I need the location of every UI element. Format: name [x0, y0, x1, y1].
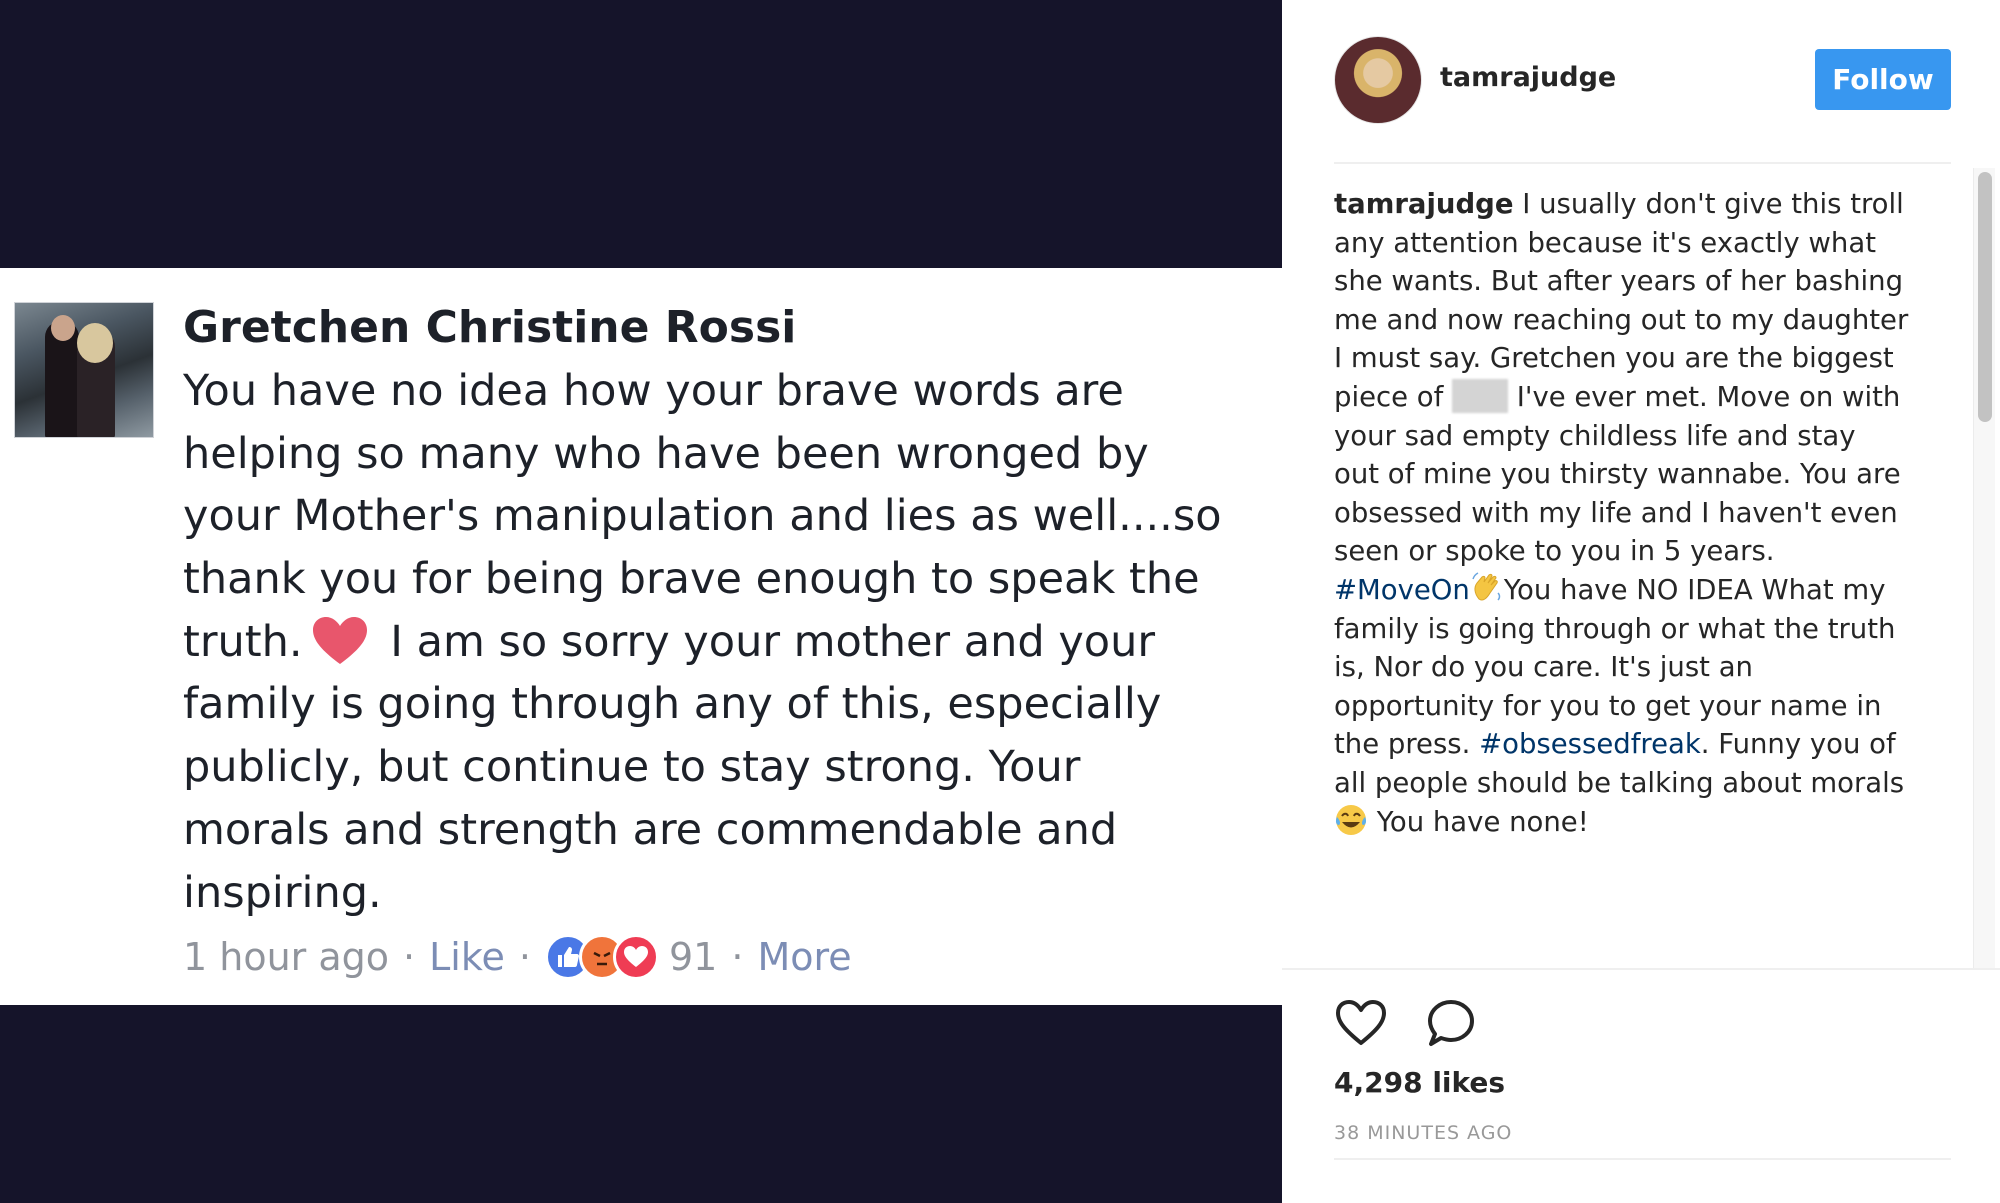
caption-text: tamrajudge I usually don't give this tro… — [1334, 185, 1954, 841]
caption-line: is, Nor do you care. It's just an — [1334, 651, 1753, 684]
divider — [1334, 162, 1951, 164]
caption-line: opportunity for you to get your name in — [1334, 689, 1882, 722]
comment-time: 1 hour ago — [183, 935, 390, 979]
caption-line: any attention because it's exactly what — [1334, 226, 1876, 259]
follow-button[interactable]: Follow — [1815, 49, 1951, 110]
post-actions — [1334, 996, 1478, 1050]
hashtag-link[interactable]: #obsessedfreak — [1479, 728, 1701, 760]
comment-text: You have no idea how your brave words ar… — [183, 360, 1263, 924]
caption-line: me and now reaching out to my daughter — [1334, 303, 1909, 336]
comment-line: publicly, but continue to stay strong. Y… — [183, 742, 1081, 793]
comment-line: morals and strength are commendable and — [183, 804, 1118, 855]
comment-line: thank you for being brave enough to spea… — [183, 554, 1200, 605]
caption-line: I usually don't give this troll — [1513, 188, 1904, 220]
commenter-name: Gretchen Christine Rossi — [183, 302, 797, 353]
post-side-panel: tamrajudge Follow tamrajudge I usually d… — [1282, 0, 2000, 1203]
comment-meta: 1 hour ago · Like · 91 · More — [183, 934, 852, 980]
caption-area: tamrajudge I usually don't give this tro… — [1334, 185, 1954, 945]
caption-scrollbar-thumb[interactable] — [1978, 172, 1992, 422]
caption-line: she wants. But after years of her bashin… — [1334, 265, 1904, 298]
comment-line: your Mother's manipulation and lies as w… — [183, 491, 1222, 542]
separator: · — [518, 935, 531, 979]
user-avatar[interactable] — [1334, 36, 1422, 124]
caption-line: I must say. Gretchen you are the biggest — [1334, 342, 1894, 375]
comment-line: helping so many who have been wronged by — [183, 428, 1149, 479]
caption-line: out of mine you thirsty wannabe. You are — [1334, 458, 1901, 491]
header-username-link[interactable]: tamrajudge — [1440, 62, 1616, 93]
reactions — [544, 934, 659, 980]
censored-word — [1452, 378, 1509, 413]
love-reaction-icon — [612, 934, 659, 980]
divider — [1282, 968, 2000, 970]
caption-username-link[interactable]: tamrajudge — [1334, 188, 1514, 220]
caption-line: the press. — [1334, 728, 1480, 761]
comment-line: truth. I am so sorry your mother and you… — [183, 611, 1263, 674]
caption-line: all people should be talking about moral… — [1334, 766, 1905, 799]
post-image: Gretchen Christine Rossi You have no ide… — [0, 0, 1282, 1203]
caption-line: family is going through or what the trut… — [1334, 612, 1896, 645]
comment-line-part: I am so sorry your mother and your — [376, 616, 1156, 667]
commenter-avatar — [14, 302, 154, 438]
comment-line: family is going through any of this, esp… — [183, 679, 1162, 730]
divider — [1334, 1158, 1951, 1160]
caption-line: You have NO IDEA What my — [1503, 573, 1886, 606]
post-header: tamrajudge Follow — [1282, 0, 2000, 162]
comment-more-link: More — [757, 935, 852, 979]
caption-line: You have none! — [1368, 805, 1589, 838]
caption-line: . Funny you of — [1700, 728, 1896, 761]
caption-line: seen or spoke to you in 5 years. — [1334, 535, 1775, 568]
image-bottom-band — [0, 1005, 1282, 1203]
caption-line: I've ever met. Move on with — [1508, 380, 1901, 413]
comment-line-part: truth. — [183, 616, 303, 667]
caption-line: your sad empty childless life and stay — [1334, 419, 1856, 452]
comment-line: You have no idea how your brave words ar… — [183, 366, 1124, 416]
caption-line: piece of — [1334, 380, 1453, 413]
comment-line: inspiring. — [183, 867, 382, 918]
like-heart-icon[interactable] — [1334, 996, 1388, 1050]
reaction-count: 91 — [668, 935, 718, 979]
comment-like-link: Like — [429, 935, 505, 979]
heart-emoji-icon — [312, 616, 367, 664]
separator: · — [403, 935, 416, 979]
tears-of-joy-emoji-icon — [1335, 804, 1367, 835]
likes-count[interactable]: 4,298 likes — [1334, 1066, 1505, 1099]
separator: · — [731, 935, 744, 979]
post-timestamp[interactable]: 38 MINUTES AGO — [1334, 1122, 1512, 1144]
comment-bubble-icon[interactable] — [1424, 996, 1478, 1050]
hashtag-link[interactable]: #MoveOn — [1334, 574, 1470, 606]
waving-hand-icon — [1472, 572, 1501, 601]
image-top-band — [0, 0, 1282, 268]
facebook-comment-screenshot: Gretchen Christine Rossi You have no ide… — [0, 268, 1282, 1005]
caption-line: obsessed with my life and I haven't even — [1334, 496, 1898, 529]
